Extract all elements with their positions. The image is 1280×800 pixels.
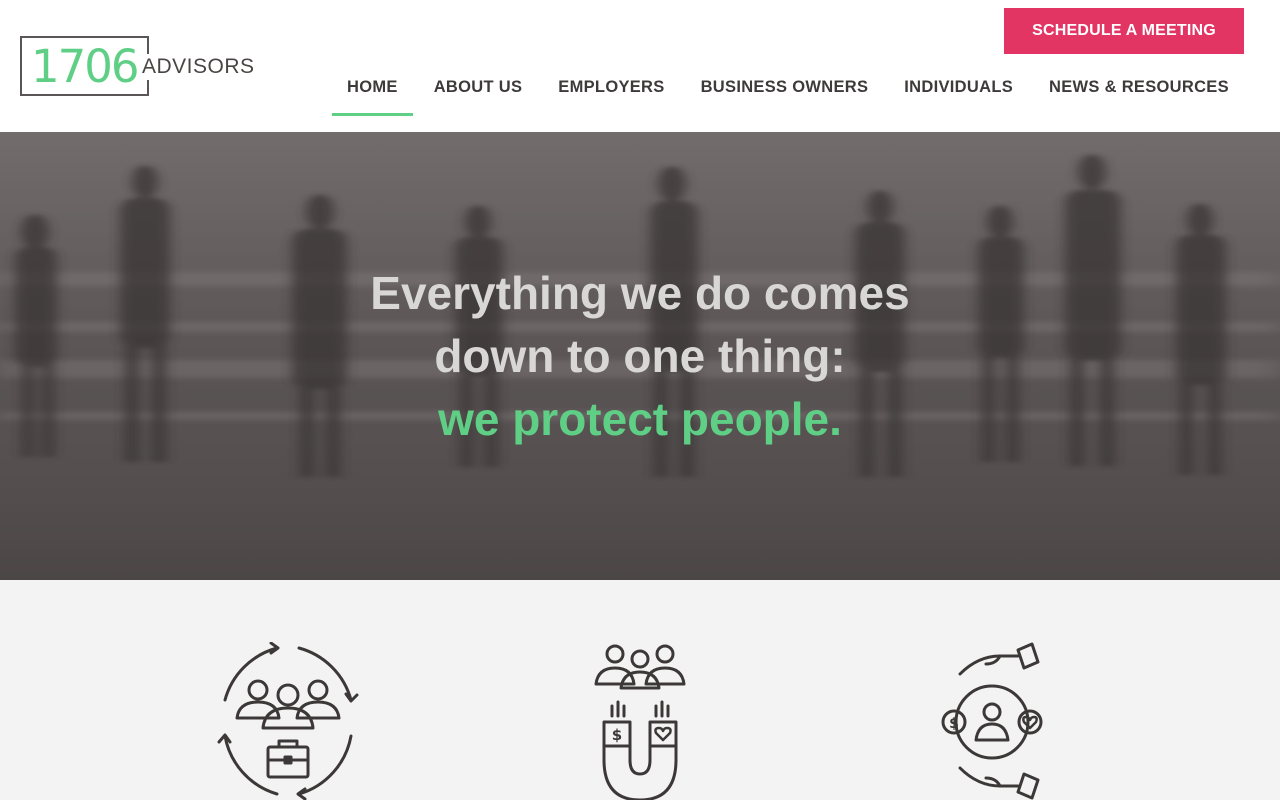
- talent-magnet-icon: $: [594, 644, 686, 800]
- svg-text:$: $: [612, 726, 622, 744]
- nav-item-news-resources[interactable]: NEWS & RESOURCES: [1034, 66, 1244, 116]
- hero-banner: Everything we do comes down to one thing…: [0, 132, 1280, 580]
- main-nav: HOME ABOUT US EMPLOYERS BUSINESS OWNERS …: [332, 66, 1244, 116]
- features-section: $ $: [0, 580, 1280, 800]
- team-cycle-icon: [217, 642, 359, 800]
- nav-item-about-us[interactable]: ABOUT US: [419, 66, 538, 116]
- site-logo[interactable]: 1706 ADVISORS: [20, 36, 255, 96]
- hero-headline: Everything we do comes down to one thing…: [0, 262, 1280, 451]
- logo-wordmark: ADVISORS: [142, 54, 255, 80]
- nav-item-home[interactable]: HOME: [332, 66, 413, 116]
- care-hands-icon: $: [941, 642, 1043, 800]
- hero-headline-line-2: down to one thing:: [434, 330, 846, 382]
- nav-item-employers[interactable]: EMPLOYERS: [543, 66, 679, 116]
- logo-number: 1706: [31, 40, 140, 93]
- nav-item-business-owners[interactable]: BUSINESS OWNERS: [686, 66, 884, 116]
- nav-item-individuals[interactable]: INDIVIDUALS: [889, 66, 1028, 116]
- svg-text:$: $: [949, 716, 959, 732]
- hero-headline-line-1: Everything we do comes: [370, 267, 910, 319]
- schedule-meeting-button[interactable]: SCHEDULE A MEETING: [1004, 8, 1244, 54]
- site-header: 1706 ADVISORS SCHEDULE A MEETING HOME AB…: [0, 0, 1280, 132]
- hero-headline-accent: we protect people.: [438, 393, 842, 445]
